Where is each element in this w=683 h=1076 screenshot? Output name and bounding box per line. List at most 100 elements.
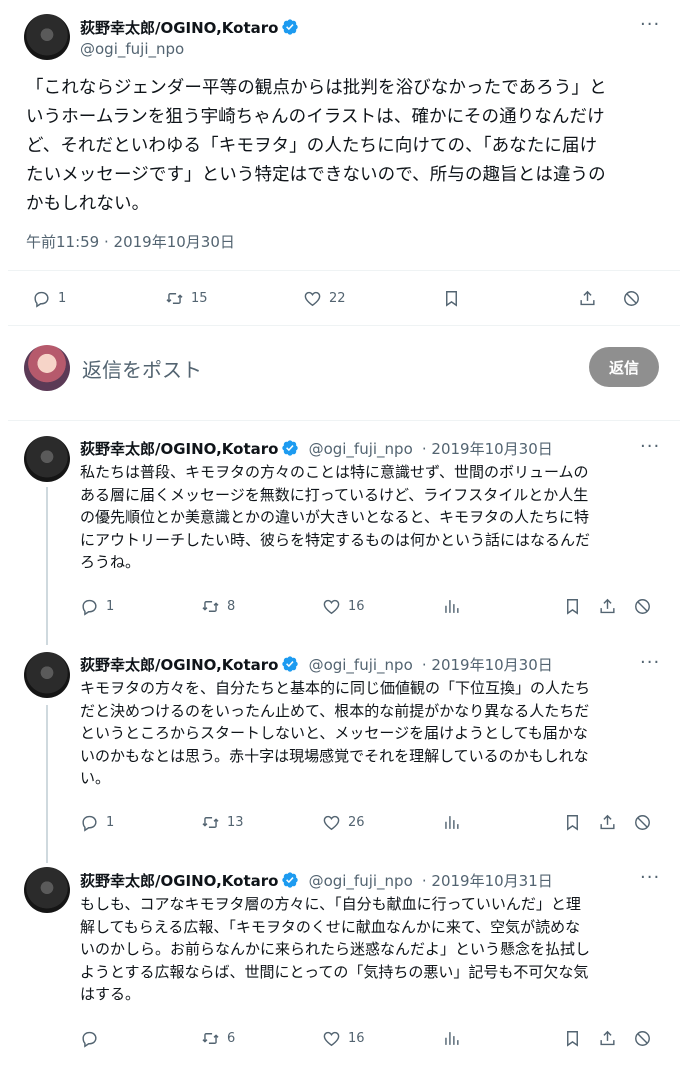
tweet-text-line: 「これならジェンダー平等の観点からは批判を浴びなかったであろう」と: [26, 78, 607, 98]
retweet-button[interactable]: 15: [165, 289, 208, 308]
reply-date[interactable]: · 2019年10月30日: [422, 440, 553, 458]
reply-text-line: というところからスタートしないと、メッセージを届けようとしても届かな: [80, 724, 588, 742]
block-button[interactable]: [633, 1029, 652, 1048]
analytics-icon: [445, 816, 459, 829]
share-button[interactable]: [598, 813, 617, 832]
bookmark-icon: [446, 291, 457, 307]
reply-avatar[interactable]: [24, 436, 70, 482]
block-icon: [624, 291, 639, 306]
reply-text-line: にアウトリーチしたい時、彼らを特定するものは何かという話にはなるんだ: [80, 530, 591, 549]
retweet-button[interactable]: 6: [201, 1029, 235, 1048]
reply-date[interactable]: · 2019年10月30日: [422, 656, 553, 674]
reply-text-line: 私たちは普段、キモヲタの方々のことは特に意識せず、世間のボリュームの: [80, 463, 589, 481]
bookmark-button[interactable]: [563, 1029, 582, 1048]
like-count: 22: [329, 291, 346, 306]
reply-header: 荻野幸太郎/OGINO,Kotaro @ogi_fuji_npo · 2019年…: [80, 654, 553, 675]
divider: [8, 270, 680, 271]
thread-line: [46, 487, 48, 645]
like-button[interactable]: 22: [303, 289, 346, 308]
like-button[interactable]: 16: [322, 597, 365, 616]
reply-button[interactable]: 1: [80, 597, 114, 616]
retweet-icon: [202, 817, 219, 828]
retweet-button[interactable]: 8: [201, 597, 235, 616]
author-handle[interactable]: @ogi_fuji_npo: [80, 40, 184, 58]
reply-handle[interactable]: @ogi_fuji_npo: [309, 656, 413, 674]
retweet-icon: [202, 601, 219, 612]
heart-icon: [323, 815, 340, 831]
retweet-button[interactable]: 13: [201, 813, 244, 832]
reply-text-line: もしも、コアなキモヲタ層の方々に、「自分も献血に行っていいんだ」と理: [80, 895, 581, 913]
like-count: 26: [348, 815, 365, 830]
reply-avatar[interactable]: [24, 652, 70, 698]
verified-badge-icon: [282, 440, 299, 456]
share-icon: [580, 290, 595, 306]
like-button[interactable]: 16: [322, 1029, 365, 1048]
block-button[interactable]: [633, 597, 652, 616]
heart-icon: [323, 1031, 340, 1047]
reply-input[interactable]: 返信をポスト: [82, 354, 202, 383]
reply-submit-button[interactable]: 返信: [589, 347, 659, 387]
reply-text-line: 解してもらえる広報、「キモヲタのくせに献血なんかに来て、空気が読めな: [80, 917, 581, 936]
author-avatar[interactable]: [24, 14, 70, 60]
divider: [8, 420, 680, 421]
block-icon: [635, 1031, 650, 1046]
like-count: 16: [348, 1031, 365, 1046]
heart-icon: [323, 599, 340, 615]
share-button[interactable]: [598, 597, 617, 616]
tweet-timestamp[interactable]: 午前11:59 · 2019年10月30日: [26, 231, 235, 252]
share-button[interactable]: [578, 289, 597, 308]
reply-handle[interactable]: @ogi_fuji_npo: [309, 872, 413, 890]
bookmark-icon: [567, 1031, 578, 1047]
share-icon: [600, 1030, 615, 1046]
bookmark-icon: [567, 599, 578, 615]
reply-icon: [34, 291, 49, 308]
reply-button[interactable]: 1: [80, 813, 114, 832]
more-options-icon[interactable]: ···: [640, 14, 660, 35]
analytics-button[interactable]: [442, 813, 461, 832]
block-button[interactable]: [633, 813, 652, 832]
author-name[interactable]: 荻野幸太郎/OGINO,Kotaro: [80, 17, 299, 38]
reply-text-line: だと決めつけるのをいったん止めて、根本的な前提がかなり異なる人たちだ: [80, 701, 590, 720]
reply-text-line: の優先順位とか美意識とかの違いが大きいとなると、キモヲタの人たちに特: [80, 508, 589, 526]
reply-handle[interactable]: @ogi_fuji_npo: [309, 440, 413, 458]
more-options-icon[interactable]: ···: [640, 652, 660, 673]
tweet-text-line: たいメッセージです」という特定はできないので、所与の趣旨とは違うの: [26, 165, 606, 185]
like-button[interactable]: 26: [322, 813, 365, 832]
retweet-count: 13: [227, 815, 244, 830]
reply-icon: [82, 599, 97, 616]
more-options-icon[interactable]: ···: [640, 436, 660, 457]
analytics-button[interactable]: [442, 597, 461, 616]
reply-date[interactable]: · 2019年10月31日: [422, 872, 553, 890]
bookmark-button[interactable]: [442, 289, 461, 308]
retweet-icon: [166, 293, 183, 304]
block-button[interactable]: [622, 289, 641, 308]
reply-count: 1: [106, 815, 115, 830]
reply-text-line: いのかしら。お前らなんかに来られたら迷惑なんだよ」という懸念を払拭し: [80, 940, 591, 958]
tweet-text-line: かもしれない。: [26, 194, 150, 214]
retweet-count: 15: [191, 291, 208, 306]
bookmark-button[interactable]: [563, 597, 582, 616]
author-name-text[interactable]: 荻野幸太郎/OGINO,Kotaro: [80, 19, 278, 37]
reply-text: もしも、コアなキモヲタ層の方々に、「自分も献血に行っていいんだ」と理 解してもら…: [80, 893, 670, 1006]
verified-badge-icon: [282, 656, 299, 672]
bookmark-button[interactable]: [563, 813, 582, 832]
reply-author-name[interactable]: 荻野幸太郎/OGINO,Kotaro: [80, 872, 278, 890]
heart-icon: [304, 291, 321, 307]
reply-button[interactable]: 1: [32, 289, 66, 308]
reply-icon: [82, 815, 97, 832]
reply-author-name[interactable]: 荻野幸太郎/OGINO,Kotaro: [80, 656, 278, 674]
more-options-icon[interactable]: ···: [640, 867, 660, 888]
thread-line: [46, 705, 48, 863]
current-user-avatar[interactable]: [24, 345, 70, 391]
reply-text-line: い。: [80, 769, 111, 787]
reply-text-line: ろうね。: [80, 553, 141, 571]
divider: [8, 325, 680, 326]
reply-avatar[interactable]: [24, 867, 70, 913]
tweet-text: 「これならジェンダー平等の観点からは批判を浴びなかったであろう」と いうホームラ…: [26, 74, 666, 219]
share-button[interactable]: [598, 1029, 617, 1048]
reply-button[interactable]: [80, 1029, 99, 1048]
analytics-button[interactable]: [442, 1029, 461, 1048]
verified-badge-icon: [282, 872, 299, 888]
reply-author-name[interactable]: 荻野幸太郎/OGINO,Kotaro: [80, 440, 278, 458]
reply-text-line: キモヲタの方々を、自分たちと基本的に同じ価値観の「下位互換」の人たち: [80, 679, 591, 697]
